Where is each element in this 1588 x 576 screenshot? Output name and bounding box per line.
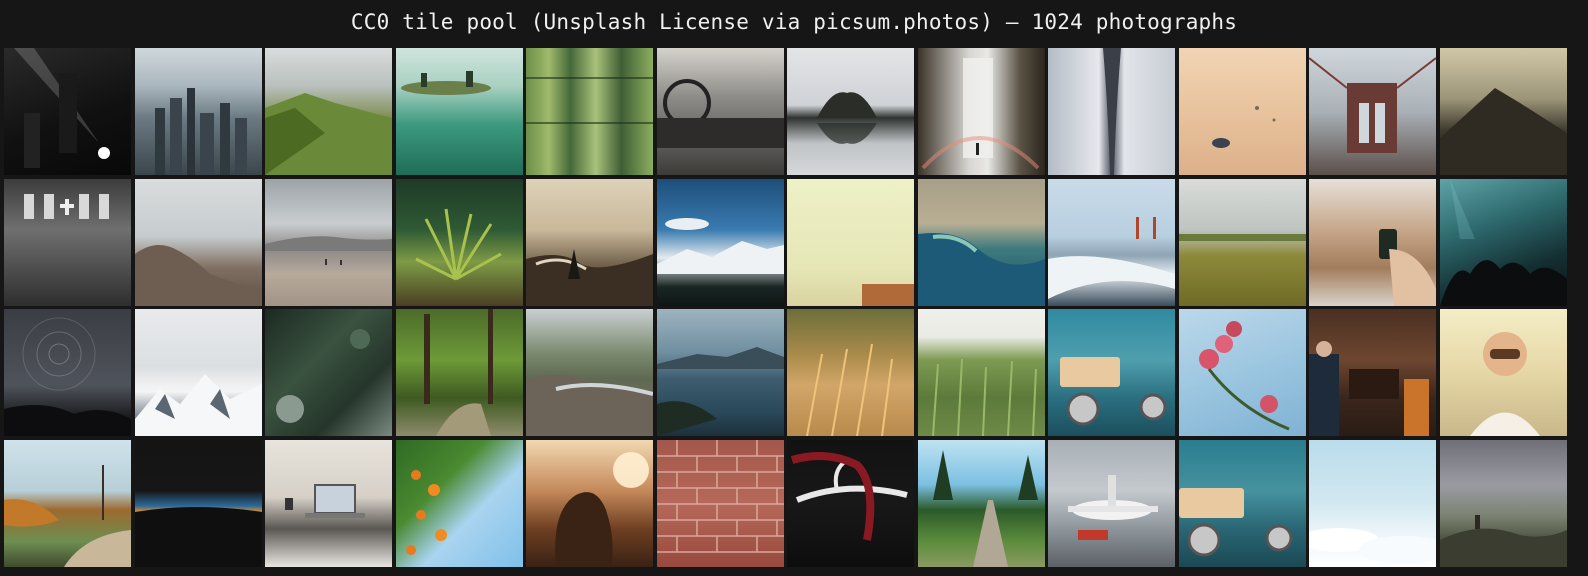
- photo-tile-abstract-grey-pillar: [1048, 48, 1175, 175]
- photo-art: [1178, 487, 1292, 556]
- photo-art: [656, 79, 784, 148]
- photo-art: [1439, 178, 1567, 306]
- photo-tile-church-interior-bw: [4, 178, 131, 306]
- photo-art: [1469, 332, 1540, 436]
- photo-tile-hiker-mist-valley: [1439, 439, 1567, 567]
- photo-tile-waterfall-rainbow: [917, 48, 1045, 175]
- photo-art: [4, 464, 131, 567]
- photo-art: [414, 208, 502, 280]
- photo-tile-star-trails: [4, 309, 131, 436]
- photo-tile-aerial-coastline: [917, 178, 1045, 306]
- photo-tile-woman-sunset-backlit: [526, 439, 653, 567]
- photo-tile-pink-flowers-sky: [1178, 309, 1306, 436]
- photo-tile-snowy-mountains-blue: [656, 178, 784, 306]
- photo-tile-wheat-golden: [787, 309, 914, 436]
- photo-art: [400, 71, 491, 95]
- photo-art: [1068, 474, 1158, 540]
- photo-art: [1178, 233, 1306, 241]
- photo-art: [285, 483, 365, 518]
- photo-tile-sea-rock-reflection: [787, 48, 914, 175]
- photo-art: [1198, 321, 1290, 431]
- photo-tile-trail-pine-trees: [917, 439, 1045, 567]
- photo-art: [917, 232, 1045, 306]
- photo-tile-antler-red-scarf-dark: [787, 439, 914, 567]
- photo-tile-clouds-above: [1309, 439, 1436, 567]
- photo-art: [526, 248, 653, 306]
- photo-art: [134, 374, 262, 436]
- photo-tile-cafe-interior: [1309, 309, 1436, 436]
- photo-tile-lake-mountains-blue: [656, 309, 784, 436]
- photo-art: [931, 358, 1037, 436]
- photo-art: [1211, 106, 1275, 148]
- photo-art: [526, 77, 653, 124]
- photo-tile-dark-pine-closeup: [265, 309, 392, 436]
- photo-art: [265, 93, 392, 175]
- photo-art: [656, 439, 784, 553]
- page-title: CC0 tile pool (Unsplash License via pics…: [350, 10, 1238, 34]
- photo-art: [1048, 216, 1175, 299]
- photo-tile-concert-crowd: [1439, 178, 1567, 306]
- photo-tile-river-canyon: [526, 309, 653, 436]
- photo-tile-brooklyn-bridge: [1309, 48, 1436, 175]
- photo-tile-red-brick-wall: [656, 439, 784, 567]
- photo-tile-laptop-desk-window: [265, 439, 392, 567]
- photo-tile-forest-path-green: [395, 309, 523, 436]
- photo-tile-snowy-peaks: [134, 309, 262, 436]
- photo-art: [1309, 341, 1429, 436]
- photo-art: [932, 449, 1038, 567]
- photo-art: [24, 193, 109, 219]
- photo-art: [526, 375, 653, 436]
- photo-art: [276, 329, 370, 423]
- photo-art: [656, 217, 784, 274]
- photo-art: [154, 88, 247, 175]
- photo-tile-tuktuk-teal-956-dup: [1178, 439, 1306, 567]
- photo-art: [862, 283, 914, 306]
- photo-tile-misty-volcano: [1439, 48, 1567, 175]
- photo-art: [790, 451, 908, 541]
- photo-tile-vintage-car-dashboard: [656, 48, 784, 175]
- photo-tile-wheat-field-sky: [1178, 178, 1306, 306]
- photo-tile-river-valley-sunset: [526, 178, 653, 306]
- photo-tile-hand-holding-phone-table: [1309, 178, 1436, 306]
- photo-art: [405, 469, 447, 555]
- photo-art: [14, 48, 110, 168]
- photo-tile-green-wheat: [917, 309, 1045, 436]
- photo-art: [1439, 88, 1567, 175]
- photo-art: [423, 309, 493, 436]
- photo-tile-beach-hazy-hills: [265, 178, 392, 306]
- photo-tile-city-skyline: [134, 48, 262, 175]
- photo-art: [1309, 527, 1436, 564]
- photo-tile-pale-yellow-minimal: [787, 178, 914, 306]
- photo-tile-green-mountain-ridge: [265, 48, 392, 175]
- photo-tile-canoe-teal-lake: [395, 48, 523, 175]
- photo-tile-tuktuk-teal-956: [1048, 309, 1175, 436]
- photo-art: [555, 451, 649, 567]
- photo-art: [1103, 48, 1121, 175]
- photo-art: [806, 343, 893, 436]
- photo-tile-concert-stage-bw: [4, 48, 131, 175]
- photo-art: [921, 58, 1039, 170]
- photo-tile-bamboo: [526, 48, 653, 175]
- photo-tile-rocky-coast: [134, 178, 262, 306]
- photo-art: [134, 244, 262, 306]
- photo-art: [1309, 57, 1436, 153]
- photo-art: [265, 235, 392, 265]
- photo-art: [134, 506, 262, 567]
- photo-art: [656, 347, 784, 436]
- photo-tile-sand-pebble: [1178, 48, 1306, 175]
- photo-tile-dusk-horizon: [134, 439, 262, 567]
- photo-grid: [4, 48, 1567, 567]
- photo-art: [1060, 357, 1167, 426]
- photo-tile-fern-forest-floor: [395, 178, 523, 306]
- photo-art: [1379, 228, 1436, 306]
- photo-tile-woman-sunglasses-field: [1439, 309, 1567, 436]
- photo-art: [1439, 514, 1567, 567]
- photo-art: [817, 92, 877, 144]
- photo-art: [4, 317, 131, 436]
- photo-tile-autumn-river-path: [4, 439, 131, 567]
- photo-tile-orange-tree-sky: [395, 439, 523, 567]
- photo-tile-airport-plane: [1048, 439, 1175, 567]
- photo-tile-golden-gate-surf: [1048, 178, 1175, 306]
